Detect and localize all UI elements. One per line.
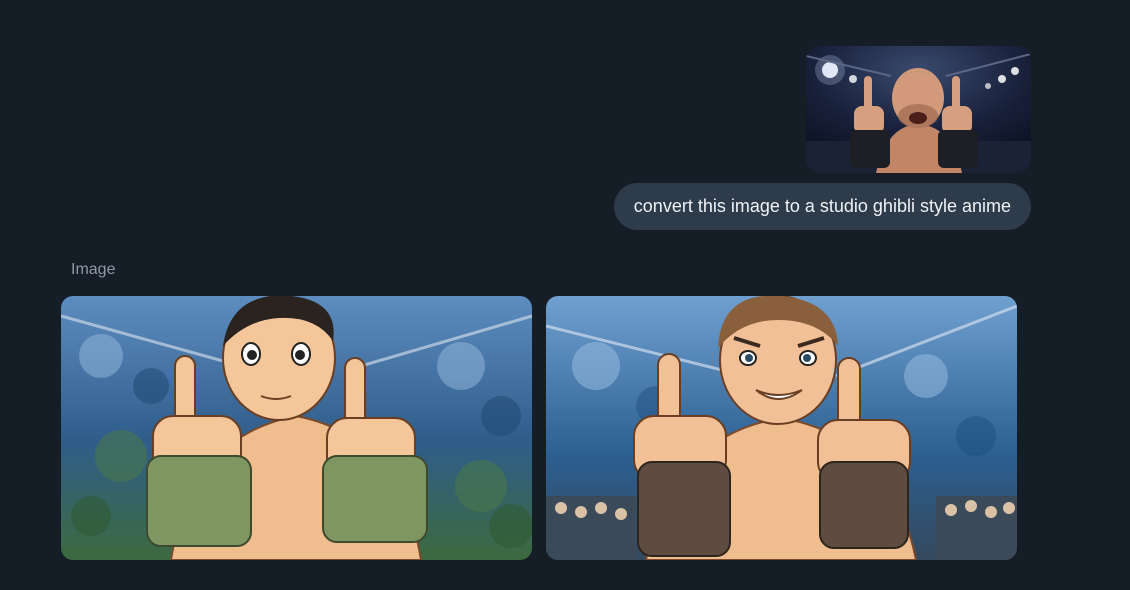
generated-image-1[interactable] [61, 296, 532, 560]
user-photo-attachment[interactable] [806, 46, 1031, 173]
generated-image-2[interactable] [546, 296, 1017, 560]
generated-image-1-icon [61, 296, 532, 560]
chat-page: convert this image to a studio ghibli st… [0, 0, 1130, 590]
generated-image-2-icon [546, 296, 1017, 560]
photo-thumbnail-icon [806, 46, 1031, 173]
response-label: Image [71, 261, 116, 278]
user-message-bubble: convert this image to a studio ghibli st… [613, 183, 1031, 230]
